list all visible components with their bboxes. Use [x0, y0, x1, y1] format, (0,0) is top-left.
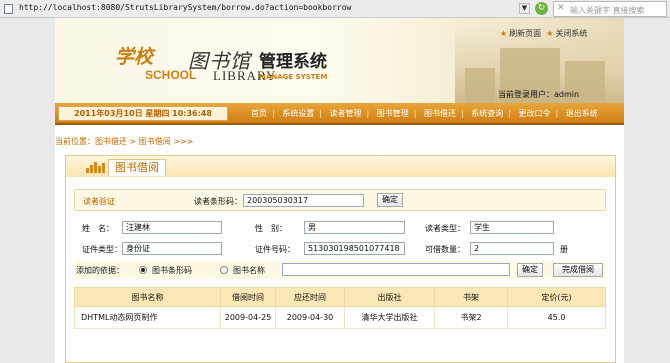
cell-shelf: 书架2: [434, 306, 508, 329]
reader-barcode-input[interactable]: 200305030317: [243, 194, 364, 207]
logo-mgmt-en: MANAGE SYSTEM: [259, 73, 328, 81]
refresh-page-link[interactable]: 刷新页面: [509, 29, 541, 38]
dropdown-arrow-icon[interactable]: ▼: [519, 3, 530, 14]
search-placeholder: 输入关键字 直接搜索: [570, 6, 645, 15]
menu-settings[interactable]: 系统设置: [282, 109, 314, 118]
id-number-field[interactable]: 513030198501077418: [304, 242, 405, 255]
browser-search-box[interactable]: ✕ 输入关键字 直接搜索: [553, 1, 667, 17]
menu-readers[interactable]: 读者管理: [330, 109, 362, 118]
cell-book-name: DHTML动态网页制作: [74, 306, 221, 329]
menu-books[interactable]: 图书管理: [377, 109, 409, 118]
panel-header: 图书借阅: [66, 156, 615, 177]
close-system-link[interactable]: 关闭系统: [555, 29, 587, 38]
top-links: ★ 刷新页面 ★ 关闭系统: [500, 28, 587, 39]
id-number-label: 证件号码：: [255, 245, 295, 254]
add-basis-label: 添加的依据：: [76, 266, 124, 275]
reader-type-field[interactable]: 学生: [470, 221, 554, 234]
col-borrow-date: 借阅时间: [220, 287, 276, 307]
reader-gender-field[interactable]: 男: [304, 221, 405, 234]
cell-due-date: 2009-04-30: [275, 306, 345, 329]
verify-section-label: 读者验证: [83, 197, 115, 206]
radio-book-name-label: 图书名称: [233, 266, 265, 275]
page: 学校 SCHOOL 图书馆 LIBRARY 管理系统 MANAGE SYSTEM…: [55, 18, 624, 363]
reader-name-field[interactable]: 汪建林: [122, 221, 222, 234]
verify-confirm-button[interactable]: 确定: [377, 193, 403, 207]
cell-borrow-date: 2009-04-25: [220, 306, 276, 329]
nav-bar: 2011年03月10日 星期四 10:36:48 首页 | 系统设置 | 读者管理 |…: [55, 103, 624, 125]
breadcrumb: 当前位置：图书借还 > 图书借阅 >>>: [55, 137, 194, 146]
unit-label: 册: [560, 245, 568, 254]
main-menu: 首页 | 系统设置 | 读者管理 | 图书管理 | 图书借还 | 系统查询 | 更改口令 | …: [251, 109, 598, 118]
reader-info: 姓 名： 汪建林 性 别： 男 读者类型： 学生 证件类型： 身份证 证件号码：…: [74, 216, 606, 260]
reader-type-label: 读者类型：: [425, 224, 465, 233]
date-display: 2011年03月10日 星期四 10:36:48: [58, 106, 228, 121]
radio-barcode-label: 图书条形码: [152, 266, 192, 275]
add-book-row: 添加的依据： 图书条形码 图书名称 确定 完成借阅: [74, 261, 606, 279]
add-confirm-button[interactable]: 确定: [517, 263, 543, 277]
browser-address-bar: http://localhost:8080/StrutsLibrarySyste…: [0, 0, 670, 18]
col-price: 定价(元): [507, 287, 606, 307]
bars-icon: [86, 161, 108, 173]
max-borrow-label: 可借数量：: [425, 245, 465, 254]
panel-title: 图书借阅: [108, 159, 166, 176]
borrow-table: 图书名称 借阅时间 应还时间 出版社 书架 定价(元) DHTML动态网页制作 …: [74, 287, 606, 329]
menu-home[interactable]: 首页: [251, 109, 267, 118]
col-shelf: 书架: [434, 287, 508, 307]
refresh-icon[interactable]: ↻: [535, 2, 548, 15]
col-publisher: 出版社: [344, 287, 435, 307]
refresh-bullet-icon: ★: [500, 29, 508, 38]
table-header-row: 图书名称 借阅时间 应还时间 出版社 书架 定价(元): [74, 287, 606, 307]
table-row: DHTML动态网页制作 2009-04-25 2009-04-30 清华大学出版…: [74, 306, 606, 329]
name-label: 姓 名：: [82, 224, 114, 233]
page-icon: [4, 4, 13, 14]
barcode-label: 读者条形码：: [194, 197, 242, 206]
cell-publisher: 清华大学出版社: [344, 306, 435, 329]
header-banner: 学校 SCHOOL 图书馆 LIBRARY 管理系统 MANAGE SYSTEM…: [55, 18, 624, 103]
radio-book-name[interactable]: [220, 266, 228, 274]
menu-change-password[interactable]: 更改口令: [519, 109, 551, 118]
logo-mgmt-cn: 管理系统: [259, 52, 327, 72]
radio-barcode[interactable]: [139, 266, 147, 274]
max-borrow-field[interactable]: 2: [470, 242, 554, 255]
search-icon: ✕: [557, 3, 565, 13]
logo-school-cn: 学校: [115, 46, 154, 68]
borrow-panel: 图书借阅 读者验证 读者条形码： 200305030317 确定 姓 名： 汪建…: [65, 155, 616, 363]
id-type-label: 证件类型：: [82, 245, 122, 254]
close-bullet-icon: ★: [546, 29, 554, 38]
url-field[interactable]: http://localhost:8080/StrutsLibrarySyste…: [19, 3, 351, 12]
finish-borrow-button[interactable]: 完成借阅: [553, 263, 603, 277]
menu-logout[interactable]: 退出系统: [566, 109, 598, 118]
col-book-name: 图书名称: [74, 287, 221, 307]
book-search-input[interactable]: [282, 263, 510, 276]
id-type-field[interactable]: 身份证: [122, 242, 222, 255]
reader-verify-row: 读者验证 读者条形码： 200305030317 确定: [74, 189, 606, 211]
col-due-date: 应还时间: [275, 287, 345, 307]
current-user: 当前登录用户：admin: [498, 90, 580, 99]
cell-price: 45.0: [507, 306, 606, 329]
gender-label: 性 别：: [255, 224, 287, 233]
menu-query[interactable]: 系统查询: [471, 109, 503, 118]
menu-borrow-return[interactable]: 图书借还: [424, 109, 456, 118]
